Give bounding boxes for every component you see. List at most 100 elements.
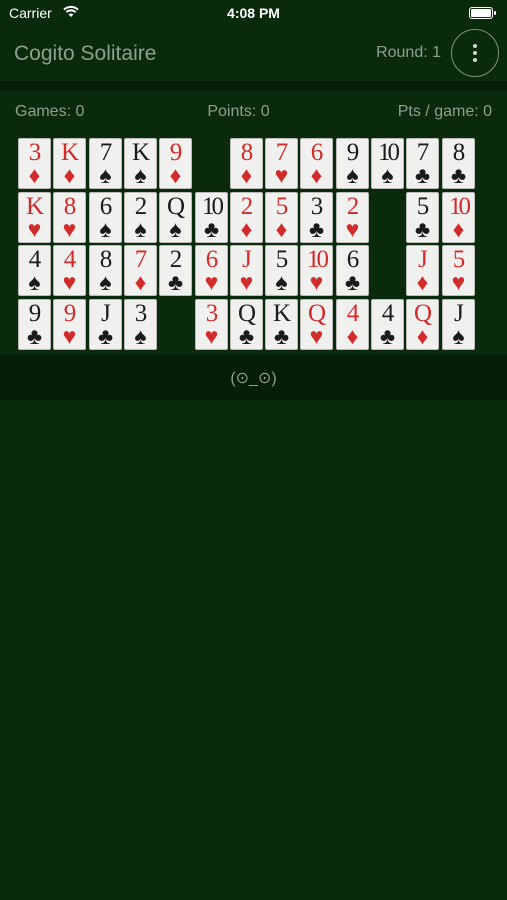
card-suit-icon: ♠ xyxy=(275,270,288,295)
card-suit-icon: ♠ xyxy=(381,163,394,188)
card[interactable]: 4 ♦ xyxy=(336,299,369,350)
card-suit-icon: ♣ xyxy=(167,270,184,295)
card[interactable]: 4 ♣ xyxy=(371,299,404,350)
menu-button[interactable] xyxy=(451,29,499,77)
card[interactable]: 3 ♠ xyxy=(124,299,157,350)
card[interactable]: Q ♣ xyxy=(230,299,263,350)
status-bar: Carrier 4:08 PM xyxy=(0,0,507,26)
app-title: Cogito Solitaire xyxy=(14,42,157,65)
card[interactable]: 8 ♥ xyxy=(53,192,86,243)
points-per-game: Pts / game: 0 xyxy=(397,103,492,120)
card[interactable]: 10 ♣ xyxy=(195,192,228,243)
card[interactable]: 7 ♦ xyxy=(124,245,157,296)
card-suit-icon: ♣ xyxy=(344,270,361,295)
card[interactable]: J ♠ xyxy=(442,299,475,350)
card-suit-icon: ♠ xyxy=(169,217,182,242)
card-suit-icon: ♠ xyxy=(452,324,465,349)
card-suit-icon: ♦ xyxy=(63,163,76,188)
battery-icon xyxy=(469,7,496,19)
card-suit-icon: ♠ xyxy=(346,163,359,188)
card-suit-icon: ♦ xyxy=(134,270,147,295)
card[interactable]: Q ♥ xyxy=(300,299,333,350)
card[interactable]: 8 ♠ xyxy=(89,245,122,296)
card[interactable]: 6 ♣ xyxy=(336,245,369,296)
card-suit-icon: ♣ xyxy=(414,217,431,242)
card[interactable]: 3 ♣ xyxy=(300,192,333,243)
card[interactable]: 2 ♣ xyxy=(159,245,192,296)
card[interactable]: K ♠ xyxy=(124,138,157,189)
card[interactable]: 9 ♦ xyxy=(159,138,192,189)
card[interactable]: 3 ♥ xyxy=(195,299,228,350)
round-indicator: Round: 1 xyxy=(376,44,441,61)
card-suit-icon: ♠ xyxy=(28,270,41,295)
card-suit-icon: ♥ xyxy=(27,217,42,242)
card-suit-icon: ♠ xyxy=(134,217,147,242)
card[interactable]: 7 ♥ xyxy=(265,138,298,189)
card[interactable]: K ♦ xyxy=(53,138,86,189)
card-suit-icon: ♥ xyxy=(204,324,219,349)
footer-bar: (⊙_⊙) xyxy=(0,355,507,400)
card[interactable]: K ♣ xyxy=(265,299,298,350)
card-suit-icon: ♦ xyxy=(310,163,323,188)
card[interactable]: 5 ♣ xyxy=(406,192,439,243)
card-board: 3 ♦ K ♦ 7 ♠ K ♠ 9 ♦ 8 ♦ 7 ♥ 6 ♦ 9 ♠ 10 ♠ 7 ♣ 8 ♣ K ♥ 8 ♥ 6 ♠ 2 ♠ Q ♠ 10 ♣ 2 ♦… xyxy=(0,129,507,355)
card[interactable]: Q ♠ xyxy=(159,192,192,243)
card[interactable]: 7 ♣ xyxy=(406,138,439,189)
card[interactable]: J ♣ xyxy=(89,299,122,350)
card-suit-icon: ♣ xyxy=(26,324,43,349)
card[interactable]: 10 ♠ xyxy=(371,138,404,189)
card[interactable]: 6 ♥ xyxy=(195,245,228,296)
card[interactable]: 5 ♦ xyxy=(265,192,298,243)
clock: 4:08 PM xyxy=(227,5,280,21)
card[interactable]: J ♦ xyxy=(406,245,439,296)
card[interactable]: 6 ♦ xyxy=(300,138,333,189)
card-suit-icon: ♥ xyxy=(274,163,289,188)
card[interactable]: 4 ♥ xyxy=(53,245,86,296)
status-face: (⊙_⊙) xyxy=(230,370,277,387)
card-suit-icon: ♣ xyxy=(414,163,431,188)
card-suit-icon: ♦ xyxy=(275,217,288,242)
card[interactable]: 8 ♦ xyxy=(230,138,263,189)
card-suit-icon: ♥ xyxy=(204,270,219,295)
card-suit-icon: ♣ xyxy=(238,324,255,349)
card-suit-icon: ♦ xyxy=(169,163,182,188)
card-suit-icon: ♣ xyxy=(203,217,220,242)
card-suit-icon: ♣ xyxy=(379,324,396,349)
card-suit-icon: ♣ xyxy=(273,324,290,349)
card[interactable]: 9 ♥ xyxy=(53,299,86,350)
card[interactable]: 10 ♥ xyxy=(300,245,333,296)
card[interactable]: 5 ♠ xyxy=(265,245,298,296)
card[interactable]: 10 ♦ xyxy=(442,192,475,243)
card[interactable]: 8 ♣ xyxy=(442,138,475,189)
card-suit-icon: ♦ xyxy=(416,324,429,349)
card-suit-icon: ♦ xyxy=(28,163,41,188)
title-bar: Cogito Solitaire Round: 1 xyxy=(0,26,507,81)
card[interactable]: 7 ♠ xyxy=(89,138,122,189)
card-suit-icon: ♠ xyxy=(134,163,147,188)
card[interactable]: K ♥ xyxy=(18,192,51,243)
card[interactable]: J ♥ xyxy=(230,245,263,296)
header-divider xyxy=(0,81,507,91)
card-suit-icon: ♥ xyxy=(451,270,466,295)
card-suit-icon: ♠ xyxy=(99,217,112,242)
card-suit-icon: ♥ xyxy=(345,217,360,242)
card[interactable]: 5 ♥ xyxy=(442,245,475,296)
card[interactable]: 2 ♦ xyxy=(230,192,263,243)
card[interactable]: 2 ♥ xyxy=(336,192,369,243)
card[interactable]: 4 ♠ xyxy=(18,245,51,296)
card[interactable]: 9 ♣ xyxy=(18,299,51,350)
card-suit-icon: ♦ xyxy=(240,217,253,242)
card-suit-icon: ♣ xyxy=(450,163,467,188)
card[interactable]: 9 ♠ xyxy=(336,138,369,189)
card[interactable]: 6 ♠ xyxy=(89,192,122,243)
card[interactable]: 3 ♦ xyxy=(18,138,51,189)
card-suit-icon: ♠ xyxy=(134,324,147,349)
card-suit-icon: ♦ xyxy=(452,217,465,242)
card-suit-icon: ♦ xyxy=(240,163,253,188)
card[interactable]: Q ♦ xyxy=(406,299,439,350)
card-suit-icon: ♦ xyxy=(416,270,429,295)
card[interactable]: 2 ♠ xyxy=(124,192,157,243)
card-suit-icon: ♥ xyxy=(62,324,77,349)
card-suit-icon: ♥ xyxy=(62,217,77,242)
card-suit-icon: ♣ xyxy=(308,217,325,242)
